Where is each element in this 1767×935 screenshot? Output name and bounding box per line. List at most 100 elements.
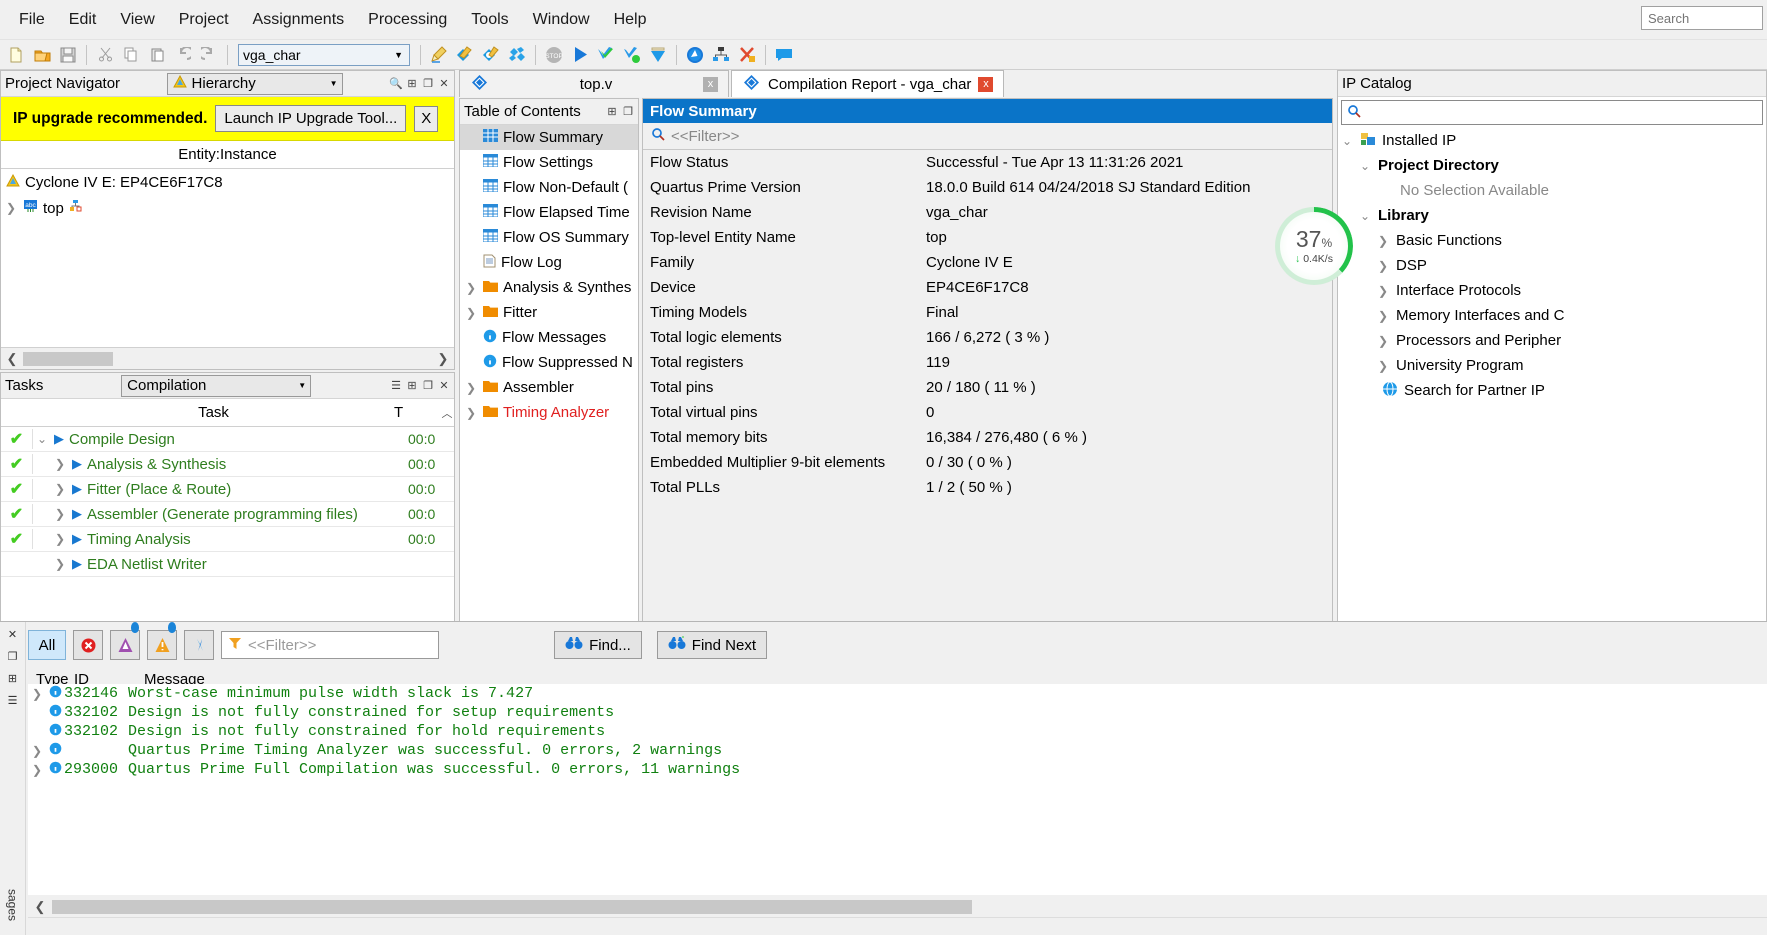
hierarchy-row-device[interactable]: Cyclone IV E: EP4CE6F17C8: [1, 169, 454, 195]
task-name-cell[interactable]: ❯ ▶ Timing Analysis: [33, 531, 408, 548]
menu-item-file[interactable]: File: [8, 6, 56, 34]
toc-item[interactable]: Flow Messages: [460, 325, 638, 350]
menu-item-window[interactable]: Window: [522, 6, 601, 34]
message-row[interactable]: 332102 Design is not fully constrained fo…: [28, 722, 1767, 741]
programmer-icon[interactable]: [646, 43, 670, 67]
report-row[interactable]: Total memory bits 16,384 / 276,480 ( 6 % …: [643, 425, 1332, 450]
task-row[interactable]: ✔ ⌄ ▶ Compile Design 00:0: [1, 427, 454, 452]
chevron-down-icon[interactable]: ⌄: [1360, 159, 1372, 173]
chevron-right-icon[interactable]: ❯: [1378, 284, 1390, 298]
edit-pencil-icon[interactable]: [427, 43, 451, 67]
task-name-cell[interactable]: ❯ ▶ Assembler (Generate programming files): [33, 506, 408, 523]
tab-close-icon[interactable]: x: [703, 76, 718, 92]
scroll-thumb[interactable]: [52, 900, 972, 914]
find-button[interactable]: Find...: [554, 631, 642, 659]
ip-catalog-item[interactable]: Search for Partner IP: [1338, 378, 1766, 403]
ip-catalog-item[interactable]: No Selection Available: [1338, 178, 1766, 203]
hierarchy-row-top[interactable]: ❯ abc top: [1, 195, 454, 221]
hierarchy-view-selector[interactable]: Hierarchy ▼: [166, 72, 343, 95]
report-row[interactable]: Timing Models Final: [643, 300, 1332, 325]
start-compilation-icon[interactable]: [568, 43, 592, 67]
assignment-editor-icon[interactable]: [505, 43, 529, 67]
task-run-icon[interactable]: ▶: [72, 481, 82, 497]
task-expand-icon[interactable]: ❯: [55, 507, 67, 521]
tab-close-icon[interactable]: x: [978, 76, 994, 92]
message-row[interactable]: ❯ Quartus Prime Timing Analyzer was succe…: [28, 741, 1767, 760]
ip-catalog-item[interactable]: ⌄ Installed IP: [1338, 128, 1766, 153]
task-name-cell[interactable]: ❯ ▶ Analysis & Synthesis: [33, 456, 408, 473]
report-row[interactable]: Total PLLs 1 / 2 ( 50 % ): [643, 475, 1332, 500]
float-icon[interactable]: ❐: [421, 77, 435, 90]
tab-top-v[interactable]: top.v x: [459, 70, 729, 97]
report-row[interactable]: Quartus Prime Version 18.0.0 Build 614 04…: [643, 175, 1332, 200]
ip-catalog-item[interactable]: ⌄ Project Directory: [1338, 153, 1766, 178]
task-expand-icon[interactable]: ❯: [55, 532, 67, 546]
task-name-cell[interactable]: ❯ ▶ EDA Netlist Writer: [33, 556, 408, 573]
report-row[interactable]: Revision Name vga_char: [643, 200, 1332, 225]
menu-icon[interactable]: ☰: [389, 379, 403, 392]
comment-icon[interactable]: [772, 43, 796, 67]
chevron-right-icon[interactable]: ❯: [6, 201, 18, 215]
messages-hscrollbar[interactable]: ❮: [28, 897, 1767, 917]
task-expand-icon[interactable]: ❯: [55, 557, 67, 571]
message-expand-icon[interactable]: ❯: [28, 744, 46, 758]
scroll-left-icon[interactable]: ❮: [1, 351, 23, 367]
chevron-right-icon[interactable]: ❯: [1378, 309, 1390, 323]
report-row[interactable]: Flow Status Successful - Tue Apr 13 11:31…: [643, 150, 1332, 175]
report-row[interactable]: Device EP4CE6F17C8: [643, 275, 1332, 300]
ip-catalog-search[interactable]: [1341, 100, 1763, 125]
ip-catalog-item[interactable]: ⌄ Library: [1338, 203, 1766, 228]
messages-filter-input[interactable]: <<Filter>>: [221, 631, 439, 659]
filter-all-button[interactable]: All: [28, 630, 66, 660]
chevron-right-icon[interactable]: ❯: [1378, 234, 1390, 248]
toc-item[interactable]: Flow Non-Default (: [460, 175, 638, 200]
task-row[interactable]: ✔ ❯ ▶ Fitter (Place & Route) 00:0: [1, 477, 454, 502]
report-row[interactable]: Total pins 20 / 180 ( 11 % ): [643, 375, 1332, 400]
toc-item[interactable]: Flow Log: [460, 250, 638, 275]
report-row[interactable]: Total registers 119: [643, 350, 1332, 375]
task-row[interactable]: ✔ ❯ ▶ Assembler (Generate programming files…: [1, 502, 454, 527]
ip-catalog-item[interactable]: ❯ Processors and Peripher: [1338, 328, 1766, 353]
toc-item[interactable]: Flow Suppressed N: [460, 350, 638, 375]
scroll-thumb[interactable]: [23, 351, 113, 366]
settings-pencil-icon[interactable]: [453, 43, 477, 67]
float-icon[interactable]: ❐: [421, 379, 435, 392]
report-row[interactable]: Total logic elements 166 / 6,272 ( 3 % ): [643, 325, 1332, 350]
chevron-right-icon[interactable]: ❯: [1378, 334, 1390, 348]
report-row[interactable]: Top-level Entity Name top: [643, 225, 1332, 250]
task-run-icon[interactable]: ▶: [72, 456, 82, 472]
pin-icon[interactable]: ⊞: [405, 77, 419, 90]
task-expand-icon[interactable]: ⌄: [37, 432, 49, 446]
toc-item[interactable]: Flow OS Summary: [460, 225, 638, 250]
menu-item-assignments[interactable]: Assignments: [242, 6, 356, 34]
task-flow-selector[interactable]: Compilation ▼: [121, 374, 312, 397]
cut-icon[interactable]: [93, 43, 117, 67]
pin-icon[interactable]: ⊞: [605, 105, 619, 118]
undo-icon[interactable]: [171, 43, 195, 67]
report-row[interactable]: Total virtual pins 0: [643, 400, 1332, 425]
float-icon[interactable]: ❐: [8, 650, 18, 663]
launch-ip-upgrade-tool-button[interactable]: Launch IP Upgrade Tool...: [215, 105, 407, 132]
messages-list[interactable]: ❯ 332146 Worst-case minimum pulse width sl…: [28, 684, 1767, 895]
close-icon[interactable]: ✕: [8, 628, 17, 641]
scroll-up-icon[interactable]: ︿: [440, 405, 454, 421]
chevron-right-icon[interactable]: ❯: [1378, 259, 1390, 273]
toc-item[interactable]: Flow Elapsed Time: [460, 200, 638, 225]
device-settings-icon[interactable]: [479, 43, 503, 67]
menu-item-edit[interactable]: Edit: [58, 6, 108, 34]
menu-item-project[interactable]: Project: [168, 6, 240, 34]
float-icon[interactable]: ❐: [621, 105, 635, 118]
pin-icon[interactable]: ⊞: [405, 379, 419, 392]
ip-catalog-item[interactable]: ❯ Basic Functions: [1338, 228, 1766, 253]
fitter-icon[interactable]: [620, 43, 644, 67]
dismiss-ip-banner-button[interactable]: X: [414, 105, 439, 132]
task-expand-icon[interactable]: ❯: [55, 457, 67, 471]
paste-icon[interactable]: [145, 43, 169, 67]
menu-item-tools[interactable]: Tools: [460, 6, 519, 34]
report-filter-row[interactable]: <<Filter>>: [643, 123, 1332, 150]
new-file-icon[interactable]: [4, 43, 28, 67]
toc-item[interactable]: ❯ Assembler: [460, 375, 638, 400]
filter-info-button[interactable]: [184, 630, 214, 660]
redo-icon[interactable]: [197, 43, 221, 67]
message-expand-icon[interactable]: ❯: [28, 763, 46, 777]
